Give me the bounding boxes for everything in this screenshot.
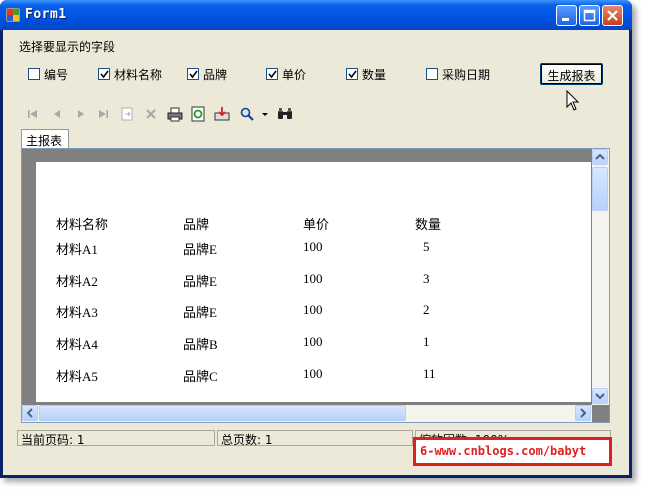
checkbox-material-name[interactable] xyxy=(98,68,110,80)
first-page-icon[interactable] xyxy=(25,106,41,122)
table-cell: 品牌E xyxy=(183,242,217,257)
column-header: 单价 xyxy=(303,217,330,232)
column-header: 数量 xyxy=(415,217,442,232)
last-page-icon[interactable] xyxy=(95,106,111,122)
export-file-icon[interactable] xyxy=(214,106,230,122)
refresh-icon[interactable] xyxy=(190,106,206,122)
prev-page-icon[interactable] xyxy=(49,106,65,122)
table-cell: 11 xyxy=(423,366,436,381)
column-header: 品牌 xyxy=(183,217,210,232)
app-icon xyxy=(6,8,20,22)
print-icon[interactable] xyxy=(167,106,183,122)
checkbox-brand[interactable] xyxy=(187,68,199,80)
checkbox-price[interactable] xyxy=(266,68,278,80)
title-bar[interactable]: Form1 xyxy=(0,0,632,30)
table-cell: 品牌C xyxy=(183,369,218,384)
status-panel: 当前页码: 1 xyxy=(17,430,215,447)
check-icon xyxy=(348,70,357,79)
check-icon xyxy=(100,70,109,79)
generate-report-label: 生成报表 xyxy=(547,69,596,83)
check-icon xyxy=(189,70,198,79)
column-header: 材料名称 xyxy=(56,217,109,232)
chevron-down-icon xyxy=(595,393,605,400)
table-cell: 100 xyxy=(303,239,323,254)
checkbox-purchase-date[interactable] xyxy=(426,68,438,80)
next-page-icon[interactable] xyxy=(73,106,89,122)
tab-main-report-label: 主报表 xyxy=(26,134,63,148)
table-cell: 材料A5 xyxy=(56,369,98,384)
table-cell: 材料A2 xyxy=(56,274,98,289)
table-cell: 1 xyxy=(423,334,430,349)
table-cell: 品牌E xyxy=(183,274,217,289)
maximize-button[interactable] xyxy=(579,5,600,26)
scroll-right-button[interactable] xyxy=(575,405,591,421)
checkbox-quantity[interactable] xyxy=(346,68,358,80)
table-cell: 3 xyxy=(423,271,430,286)
check-icon xyxy=(268,70,277,79)
table-cell: 材料A1 xyxy=(56,242,98,257)
form-client-area: 选择要显示的字段 编号 材料名称 品牌 单价 数量 采购日期 生成报表 主报表 xyxy=(3,30,629,475)
table-cell: 品牌E xyxy=(183,305,217,320)
mouse-cursor-icon xyxy=(566,90,580,111)
window-title: Form1 xyxy=(25,7,67,22)
close-window-button[interactable] xyxy=(602,5,623,26)
maximize-icon xyxy=(583,9,596,22)
report-viewer: 材料名称 品牌 单价 数量 材料A1 品牌E 100 5 材料A2 品牌E 10… xyxy=(21,148,610,423)
checkbox-id[interactable] xyxy=(28,68,40,80)
table-cell: 2 xyxy=(423,302,430,317)
table-cell: 材料A4 xyxy=(56,337,98,352)
scroll-left-button[interactable] xyxy=(22,405,38,421)
total-pages-status: 总页数: 1 xyxy=(221,433,273,447)
table-cell: 材料A3 xyxy=(56,305,98,320)
watermark-text: 6-www.cnblogs.com/babyt xyxy=(420,444,587,458)
vertical-scroll-thumb[interactable] xyxy=(592,167,608,211)
dropdown-icon[interactable] xyxy=(260,106,270,122)
table-cell: 100 xyxy=(303,366,323,381)
chevron-right-icon xyxy=(580,408,587,418)
chevron-up-icon xyxy=(595,153,605,160)
table-cell: 5 xyxy=(423,239,430,254)
close-icon[interactable] xyxy=(143,106,159,122)
watermark-box: 6-www.cnblogs.com/babyt xyxy=(413,437,612,466)
export-icon[interactable] xyxy=(119,106,135,122)
horizontal-scroll-thumb[interactable] xyxy=(39,405,406,421)
checkbox-price-label: 单价 xyxy=(282,68,307,82)
report-page: 材料名称 品牌 单价 数量 材料A1 品牌E 100 5 材料A2 品牌E 10… xyxy=(36,162,591,402)
fields-label: 选择要显示的字段 xyxy=(19,40,116,54)
chevron-left-icon xyxy=(26,408,33,418)
scroll-up-button[interactable] xyxy=(592,149,608,165)
app-window: Form1 选择要显示的字段 编号 材料名称 品牌 单价 数量 采购日期 生成报… xyxy=(0,0,632,478)
checkbox-purchase-date-label: 采购日期 xyxy=(442,68,491,82)
tab-main-report[interactable]: 主报表 xyxy=(21,129,69,149)
zoom-icon[interactable] xyxy=(239,106,255,122)
minimize-icon xyxy=(562,18,569,21)
vertical-scrollbar[interactable] xyxy=(592,149,609,405)
minimize-button[interactable] xyxy=(556,5,577,26)
horizontal-scrollbar[interactable] xyxy=(22,405,592,422)
table-cell: 100 xyxy=(303,334,323,349)
checkbox-quantity-label: 数量 xyxy=(362,68,387,82)
table-cell: 品牌B xyxy=(183,337,218,352)
close-icon xyxy=(607,10,618,21)
status-panel: 总页数: 1 xyxy=(217,430,413,447)
scroll-down-button[interactable] xyxy=(592,388,608,404)
generate-report-button[interactable]: 生成报表 xyxy=(540,63,603,85)
checkbox-material-name-label: 材料名称 xyxy=(114,68,163,82)
table-cell: 100 xyxy=(303,271,323,286)
search-icon[interactable] xyxy=(277,106,293,122)
current-page-status: 当前页码: 1 xyxy=(21,433,85,447)
checkbox-id-label: 编号 xyxy=(44,68,69,82)
checkbox-brand-label: 品牌 xyxy=(203,68,228,82)
table-cell: 100 xyxy=(303,302,323,317)
